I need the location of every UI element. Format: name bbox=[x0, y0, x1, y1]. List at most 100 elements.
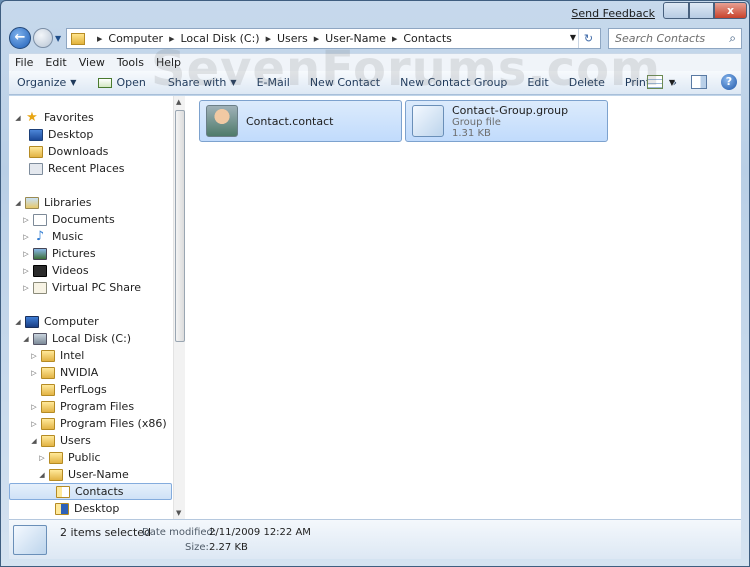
nav-label: Program Files bbox=[60, 400, 135, 413]
preview-pane-icon[interactable] bbox=[691, 75, 707, 89]
nav-user-desktop[interactable]: Desktop bbox=[53, 500, 119, 517]
nav-desktop[interactable]: Desktop bbox=[27, 126, 93, 143]
expanded-arrow-icon[interactable]: ◢ bbox=[29, 437, 39, 445]
organize-button[interactable]: Organize ▼ bbox=[9, 76, 84, 89]
maximize-button[interactable] bbox=[689, 2, 714, 19]
expanded-arrow-icon[interactable]: ◢ bbox=[13, 199, 23, 207]
explorer-window: Send Feedback x ← ▼ ▶ Computer ▶ Local D… bbox=[0, 0, 750, 567]
view-dropdown-icon[interactable]: ▼ bbox=[669, 78, 675, 87]
expanded-arrow-icon[interactable]: ◢ bbox=[37, 471, 47, 479]
change-view-icon[interactable] bbox=[646, 75, 663, 89]
nav-nvidia[interactable]: ▷ NVIDIA bbox=[29, 364, 98, 381]
open-button[interactable]: Open bbox=[90, 76, 153, 89]
minimize-button[interactable] bbox=[663, 2, 689, 19]
breadcrumb: ▶ Computer ▶ Local Disk (C:) ▶ Users ▶ U… bbox=[91, 32, 452, 45]
command-bar: Organize ▼ Open Share with ▼ E-Mail New Co… bbox=[9, 71, 741, 95]
nav-label: Virtual PC Share bbox=[52, 281, 141, 294]
file-tile[interactable]: Contact-Group.group Group file 1.31 KB bbox=[405, 100, 608, 142]
file-tile[interactable]: Contact.contact bbox=[199, 100, 402, 142]
expanded-arrow-icon[interactable]: ◢ bbox=[13, 318, 23, 326]
nav-videos[interactable]: ▷ Videos bbox=[21, 262, 88, 279]
size-label: Size: bbox=[185, 542, 209, 553]
collapsed-arrow-icon[interactable]: ▷ bbox=[21, 267, 31, 275]
date-modified-label: Date modified: bbox=[142, 527, 217, 538]
menu-edit[interactable]: Edit bbox=[45, 56, 66, 69]
nav-pictures[interactable]: ▷ Pictures bbox=[21, 245, 95, 262]
menu-file[interactable]: File bbox=[15, 56, 33, 69]
breadcrumb-separator-icon[interactable]: ▶ bbox=[314, 35, 319, 43]
search-icon[interactable]: ⌕ bbox=[729, 31, 736, 46]
refresh-button[interactable]: ↻ bbox=[578, 29, 598, 48]
music-icon: ♪ bbox=[35, 228, 45, 244]
collapsed-arrow-icon[interactable]: ▷ bbox=[21, 216, 31, 224]
email-button[interactable]: E-Mail bbox=[249, 76, 298, 89]
desktop-icon bbox=[29, 128, 43, 141]
breadcrumb-separator-icon[interactable]: ▶ bbox=[266, 35, 271, 43]
collapsed-arrow-icon[interactable]: ▷ bbox=[29, 369, 39, 377]
crumb-users[interactable]: Users bbox=[277, 32, 308, 45]
nav-users[interactable]: ◢ Users bbox=[29, 432, 91, 449]
star-icon: ★ bbox=[26, 109, 38, 125]
back-button[interactable]: ← bbox=[9, 27, 31, 49]
crumb-user-name[interactable]: User-Name bbox=[325, 32, 386, 45]
breadcrumb-separator-icon[interactable]: ▶ bbox=[97, 35, 102, 43]
search-input[interactable]: Search Contacts ⌕ bbox=[608, 28, 742, 49]
address-dropdown-icon[interactable]: ▼ bbox=[570, 33, 576, 42]
menu-view[interactable]: View bbox=[79, 56, 105, 69]
nav-downloads[interactable]: Downloads bbox=[27, 143, 108, 160]
menu-tools[interactable]: Tools bbox=[117, 56, 144, 69]
breadcrumb-separator-icon[interactable]: ▶ bbox=[392, 35, 397, 43]
share-label: Share with bbox=[167, 76, 227, 89]
nav-label: Computer bbox=[44, 315, 99, 328]
collapsed-arrow-icon[interactable]: ▷ bbox=[21, 284, 31, 292]
share-with-button[interactable]: Share with ▼ bbox=[160, 76, 245, 89]
nav-contacts[interactable]: Contacts bbox=[9, 483, 172, 500]
expanded-arrow-icon[interactable]: ◢ bbox=[21, 335, 31, 343]
nav-recent-places[interactable]: Recent Places bbox=[27, 160, 125, 177]
nav-music[interactable]: ▷ ♪ Music bbox=[21, 228, 83, 245]
new-contact-button[interactable]: New Contact bbox=[302, 76, 388, 89]
nav-documents[interactable]: ▷ Documents bbox=[21, 211, 114, 228]
nav-program-files-x86[interactable]: ▷ Program Files (x86) bbox=[29, 415, 166, 432]
scroll-up-icon[interactable]: ▲ bbox=[176, 98, 181, 106]
send-feedback-link[interactable]: Send Feedback bbox=[571, 7, 655, 20]
nav-public[interactable]: ▷ Public bbox=[37, 449, 100, 466]
menu-help[interactable]: Help bbox=[156, 56, 181, 69]
expanded-arrow-icon[interactable]: ◢ bbox=[13, 114, 23, 122]
address-bar[interactable]: ▶ Computer ▶ Local Disk (C:) ▶ Users ▶ U… bbox=[66, 28, 601, 49]
collapsed-arrow-icon[interactable]: ▷ bbox=[29, 403, 39, 411]
collapsed-arrow-icon[interactable]: ▷ bbox=[21, 250, 31, 258]
contact-group-icon bbox=[412, 105, 444, 137]
nav-label: Downloads bbox=[48, 145, 109, 158]
delete-button[interactable]: Delete bbox=[561, 76, 613, 89]
edit-button[interactable]: Edit bbox=[519, 76, 556, 89]
scroll-down-icon[interactable]: ▼ bbox=[176, 509, 181, 517]
nav-user-name[interactable]: ◢ User-Name bbox=[37, 466, 129, 483]
nav-computer[interactable]: ◢ Computer bbox=[13, 313, 99, 330]
nav-scrollbar[interactable]: ▲ ▼ bbox=[173, 96, 185, 519]
nav-intel[interactable]: ▷ Intel bbox=[29, 347, 84, 364]
crumb-contacts[interactable]: Contacts bbox=[403, 32, 452, 45]
collapsed-arrow-icon[interactable]: ▷ bbox=[29, 352, 39, 360]
nav-local-disk[interactable]: ◢ Local Disk (C:) bbox=[21, 330, 131, 347]
help-icon[interactable]: ? bbox=[721, 74, 737, 90]
desktop-folder-icon bbox=[55, 502, 69, 515]
folder-icon bbox=[41, 383, 55, 396]
nav-perflogs[interactable]: PerfLogs bbox=[29, 381, 107, 398]
close-button[interactable]: x bbox=[714, 2, 747, 19]
crumb-local-disk[interactable]: Local Disk (C:) bbox=[180, 32, 259, 45]
nav-favorites[interactable]: ◢ ★ Favorites bbox=[13, 109, 93, 126]
new-contact-group-button[interactable]: New Contact Group bbox=[392, 76, 515, 89]
collapsed-arrow-icon[interactable]: ▷ bbox=[29, 420, 39, 428]
crumb-computer[interactable]: Computer bbox=[108, 32, 163, 45]
nav-label: Libraries bbox=[44, 196, 92, 209]
collapsed-arrow-icon[interactable]: ▷ bbox=[21, 233, 31, 241]
recent-pages-dropdown[interactable]: ▼ bbox=[55, 34, 61, 43]
forward-button[interactable] bbox=[33, 28, 53, 48]
scroll-thumb[interactable] bbox=[175, 110, 185, 342]
collapsed-arrow-icon[interactable]: ▷ bbox=[37, 454, 47, 462]
nav-virtual-pc-share[interactable]: ▷ Virtual PC Share bbox=[21, 279, 141, 296]
breadcrumb-separator-icon[interactable]: ▶ bbox=[169, 35, 174, 43]
nav-program-files[interactable]: ▷ Program Files bbox=[29, 398, 134, 415]
nav-libraries[interactable]: ◢ Libraries bbox=[13, 194, 92, 211]
